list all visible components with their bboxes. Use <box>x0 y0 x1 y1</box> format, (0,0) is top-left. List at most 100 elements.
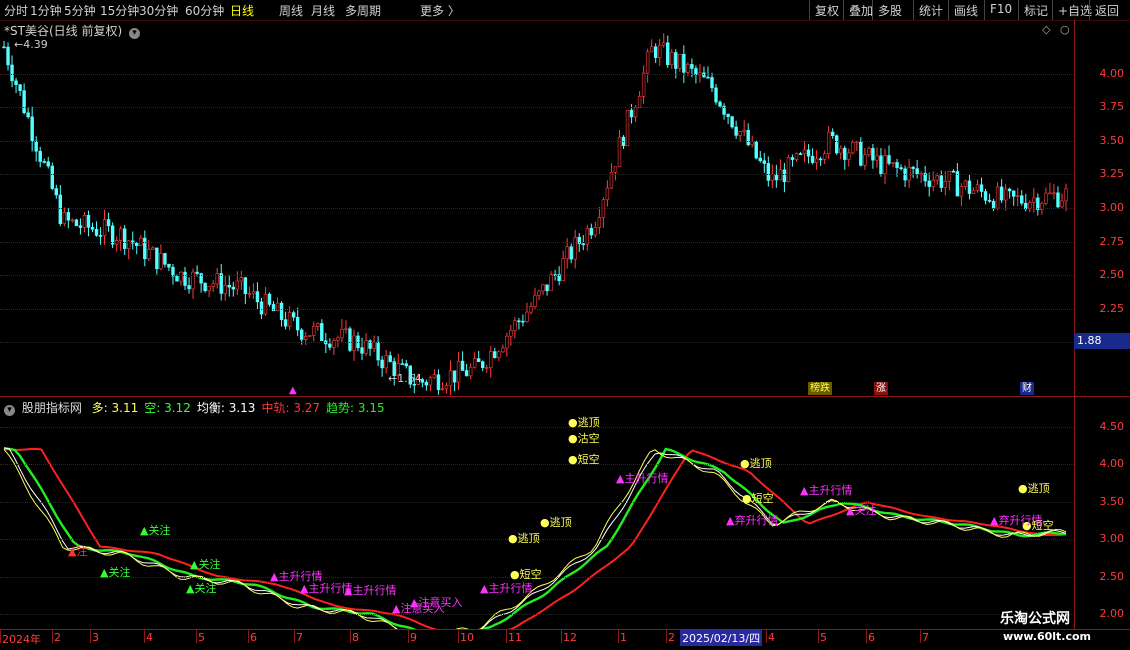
candle-body <box>911 166 915 169</box>
candle-body <box>545 284 549 292</box>
candle-body <box>1052 192 1056 195</box>
candle-body <box>489 351 493 368</box>
candle-body <box>581 243 585 245</box>
candle-body <box>472 358 477 368</box>
candle-body <box>987 200 992 202</box>
toolbar-button-4[interactable]: 画线 <box>954 2 978 19</box>
indicator-tick: 4.00 <box>1099 457 1125 471</box>
candle-body <box>995 186 1000 209</box>
candle-body <box>1056 192 1060 208</box>
candle-body <box>287 312 292 327</box>
candle-body <box>328 343 332 348</box>
toolbar-button-2[interactable]: 多股 <box>878 2 902 19</box>
high-label: ←4.39 <box>14 38 48 51</box>
candle-body <box>299 329 304 340</box>
gridline <box>0 174 1074 176</box>
toolbar-button-0[interactable]: 复权 <box>815 2 839 19</box>
right-axis-separator <box>1074 20 1075 630</box>
toolbar-separator <box>948 0 949 20</box>
candle-body <box>94 229 99 236</box>
candle-body <box>1012 190 1016 197</box>
period-tab-8[interactable]: 月线 <box>311 2 335 19</box>
candle-body <box>814 158 819 163</box>
candle-body <box>436 374 441 391</box>
candle-body <box>641 72 646 97</box>
period-tab-10[interactable]: 更多 〉 <box>420 2 460 19</box>
date-tick <box>90 629 91 643</box>
date-label: 9 <box>410 631 417 644</box>
date-cursor-label: 2025/02/13/四 <box>680 630 763 646</box>
indicator-field-4: 趋势: 3.15 <box>326 401 385 415</box>
indicator-chart[interactable] <box>0 397 1074 629</box>
toolbar-button-5[interactable]: F10 <box>990 2 1012 16</box>
candle-body <box>718 101 722 107</box>
date-label: 1 <box>620 631 627 644</box>
period-tab-3[interactable]: 15分钟 <box>100 2 139 19</box>
candle-body <box>203 282 207 292</box>
candle-body <box>501 347 505 353</box>
toolbar-button-6[interactable]: 标记 <box>1024 2 1048 19</box>
toolbar-button-1[interactable]: 叠加 <box>849 2 873 19</box>
candle-body <box>653 46 658 58</box>
gridline <box>0 342 1074 344</box>
period-tab-5[interactable]: 60分钟 <box>185 2 224 19</box>
candle-body <box>678 53 682 69</box>
date-tick <box>666 629 667 643</box>
toolbar-button-7[interactable]: +自选 <box>1058 2 1092 19</box>
candle-body <box>58 194 63 224</box>
candle-body <box>525 311 529 322</box>
gridline <box>0 107 1074 109</box>
candle-body <box>1048 192 1052 195</box>
period-tab-0[interactable]: 分时 <box>4 2 28 19</box>
candle-body <box>380 359 384 369</box>
date-label: 5 <box>198 631 205 644</box>
candle-body <box>400 363 404 365</box>
candle-body <box>2 46 6 49</box>
date-label: 2 <box>668 631 675 644</box>
toolbar-button-3[interactable]: 统计 <box>919 2 943 19</box>
candle-body <box>629 109 634 118</box>
period-tab-4[interactable]: 30分钟 <box>139 2 178 19</box>
period-tab-1[interactable]: 1分钟 <box>30 2 62 19</box>
price-tick: 4.00 <box>1099 66 1125 80</box>
candle-body <box>336 337 340 341</box>
indicator-tick: 3.00 <box>1099 532 1125 546</box>
period-tab-7[interactable]: 周线 <box>279 2 303 19</box>
candle-body <box>835 135 839 154</box>
candle-body <box>476 358 481 363</box>
candle-body <box>62 212 67 224</box>
date-label: 6 <box>868 631 875 644</box>
candle-body <box>1064 188 1068 202</box>
signal-green-3: ▲关注 <box>190 558 221 571</box>
gear-icon[interactable]: ▾ <box>4 405 15 416</box>
date-tick <box>196 629 197 643</box>
candle-body <box>750 141 754 146</box>
candle-body <box>376 341 380 361</box>
date-label: 4 <box>768 631 775 644</box>
period-tab-6[interactable]: 日线 <box>230 2 254 19</box>
candle-body <box>662 42 666 46</box>
date-tick <box>0 629 1 643</box>
candle-body <box>521 320 525 323</box>
candle-body <box>211 283 215 287</box>
candle-body <box>78 225 83 228</box>
toolbar-button-8[interactable]: 返回 <box>1095 2 1119 19</box>
candle-body <box>207 285 211 292</box>
period-tab-9[interactable]: 多周期 <box>345 2 381 19</box>
period-tab-2[interactable]: 5分钟 <box>64 2 96 19</box>
candle-body <box>187 285 191 290</box>
candle-body <box>1016 195 1020 198</box>
candle-body <box>384 355 388 369</box>
candle-body <box>428 377 433 386</box>
candle-body <box>1060 200 1064 208</box>
candle-body <box>513 320 517 331</box>
signal-green-2: ▲关注 <box>186 582 217 595</box>
candle-body <box>74 219 79 226</box>
candle-body <box>46 161 50 167</box>
indicator-name: 股朋指标网 <box>21 401 82 415</box>
candle-body <box>360 347 364 354</box>
signal-yellow-6: ●逃顶 <box>740 457 772 470</box>
candle-body <box>851 141 855 154</box>
candle-body <box>645 51 650 74</box>
candle-body <box>271 304 276 312</box>
